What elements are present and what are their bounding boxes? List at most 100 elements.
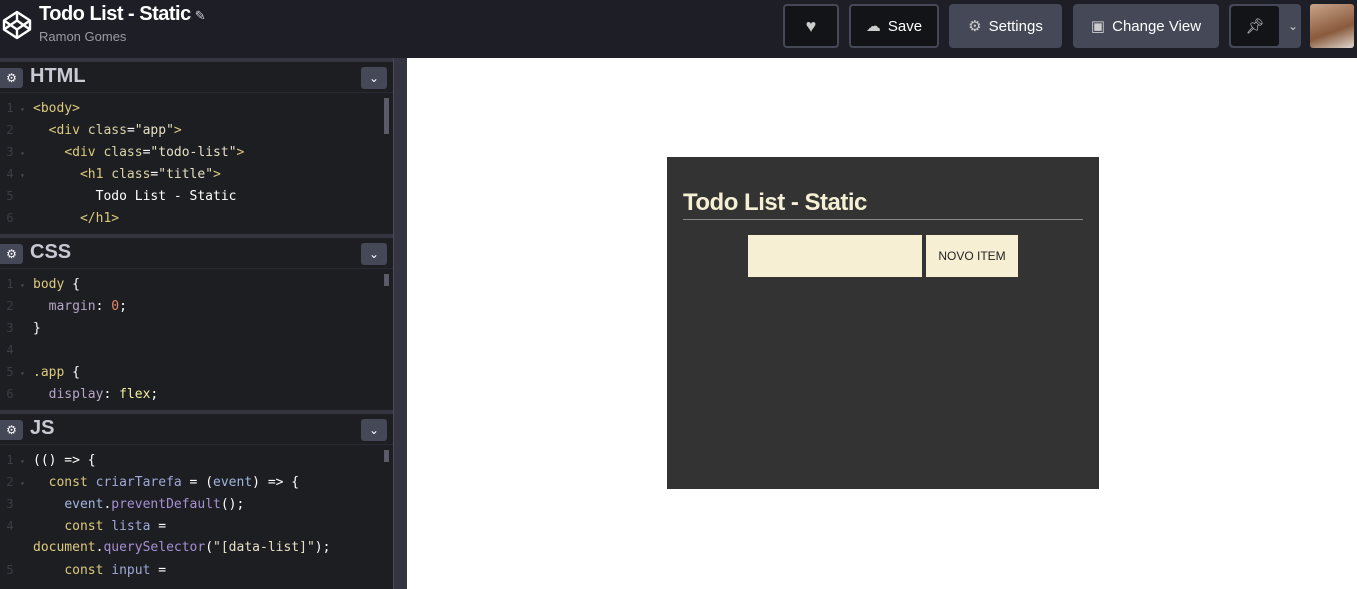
code-token: = ( bbox=[181, 475, 214, 490]
code-token: .app bbox=[33, 365, 73, 380]
heart-icon: ♥ bbox=[805, 15, 817, 36]
code-line[interactable]: 4 const lista = bbox=[0, 515, 393, 537]
code-token: ( bbox=[205, 540, 214, 555]
code-token: const bbox=[64, 563, 112, 578]
code-token: (() => { bbox=[33, 453, 96, 468]
code-token: "app" bbox=[134, 123, 174, 138]
line-number: 5 bbox=[6, 563, 14, 577]
scrollbar[interactable] bbox=[384, 450, 389, 462]
cloud-icon: ☁ bbox=[865, 18, 881, 35]
panel-settings-gear-icon[interactable]: ⚙ bbox=[0, 244, 23, 264]
code-token: "[data-list]" bbox=[213, 540, 315, 555]
code-token: preventDefault bbox=[111, 497, 221, 512]
fold-arrow-icon[interactable]: ▾ bbox=[20, 143, 33, 165]
todo-input[interactable] bbox=[748, 235, 922, 277]
code-line[interactable]: 1 ▾ <body> bbox=[0, 97, 393, 119]
codepen-logo-icon[interactable] bbox=[2, 10, 32, 40]
code-line[interactable]: 4 ▾ <h1 class="title"> bbox=[0, 163, 393, 185]
line-number: 2 bbox=[6, 123, 14, 137]
code-line[interactable]: 5 Todo List - Static bbox=[0, 185, 393, 207]
fold-arrow-icon[interactable]: ▾ bbox=[20, 473, 33, 495]
code-line[interactable]: 4 bbox=[0, 339, 393, 361]
fold-arrow-icon[interactable]: ▾ bbox=[20, 451, 33, 473]
line-number: 4 bbox=[6, 167, 14, 181]
code-line[interactable]: 1 ▾ body { bbox=[0, 273, 393, 295]
code-token: querySelector bbox=[103, 540, 206, 555]
html-code-editor[interactable]: 1 ▾ <body> 2 <div class="app"> 3 ▾ <div class… bbox=[0, 93, 393, 229]
settings-button[interactable]: ⚙ Settings bbox=[949, 4, 1062, 48]
chevron-down-icon[interactable]: ⌄ bbox=[1288, 19, 1298, 33]
code-line[interactable]: 2 margin: 0; bbox=[0, 295, 393, 317]
line-number: 3 bbox=[6, 321, 14, 335]
code-token: lista bbox=[111, 519, 151, 534]
code-token: ); bbox=[314, 540, 331, 555]
line-number: 1 bbox=[6, 101, 14, 115]
code-token: margin bbox=[48, 299, 96, 314]
panel-settings-gear-icon[interactable]: ⚙ bbox=[0, 420, 23, 440]
settings-label: Settings bbox=[988, 17, 1043, 35]
code-line[interactable]: 2 ▾ const criarTarefa = (event) => { bbox=[0, 471, 393, 493]
novo-item-button[interactable]: NOVO ITEM bbox=[926, 235, 1018, 277]
scrollbar[interactable] bbox=[384, 98, 389, 134]
code-token: { bbox=[72, 277, 80, 292]
code-token: criarTarefa bbox=[95, 475, 182, 490]
pen-title[interactable]: Todo List - Static ✎ bbox=[39, 3, 206, 26]
resize-handle[interactable] bbox=[393, 58, 407, 589]
code-line[interactable]: 5 ▾ .app { bbox=[0, 361, 393, 383]
code-token: = bbox=[126, 123, 135, 138]
pencil-icon[interactable]: ✎ bbox=[195, 8, 206, 23]
js-editor-panel: ⚙ JS ⌄ 1 ▾(() => { 2 ▾ const criarTarefa = … bbox=[0, 410, 393, 589]
code-line[interactable]: 6 </h1> bbox=[0, 207, 393, 229]
js-code-editor[interactable]: 1 ▾(() => {2 ▾ const criarTarefa = (event)… bbox=[0, 445, 393, 581]
code-line[interactable]: 1 ▾(() => { bbox=[0, 449, 393, 471]
code-line[interactable]: 5 const input = bbox=[0, 559, 393, 581]
chevron-down-icon[interactable]: ⌄ bbox=[361, 67, 387, 89]
pin-button[interactable]: 📌︎ bbox=[1231, 6, 1279, 46]
code-line[interactable]: document.querySelector("[data-list]"); bbox=[0, 537, 393, 559]
panel-title: JS bbox=[30, 417, 55, 439]
line-number: 4 bbox=[6, 519, 14, 533]
save-button[interactable]: ☁ Save bbox=[849, 4, 939, 48]
author-name[interactable]: Ramon Gomes bbox=[39, 29, 126, 44]
panel-settings-gear-icon[interactable]: ⚙ bbox=[0, 68, 23, 88]
code-token: class bbox=[87, 123, 127, 138]
css-code-editor[interactable]: 1 ▾ body {2 margin: 0; 3} 4 5 ▾ .app {6 display… bbox=[0, 269, 393, 405]
code-token: body bbox=[33, 277, 73, 292]
code-line[interactable]: 3 ▾ <div class="todo-list"> bbox=[0, 141, 393, 163]
chevron-down-icon[interactable]: ⌄ bbox=[361, 419, 387, 441]
top-bar: Todo List - Static ✎ Ramon Gomes ♥ ☁ Save … bbox=[0, 0, 1357, 58]
chevron-down-icon[interactable]: ⌄ bbox=[361, 243, 387, 265]
fold-arrow-icon[interactable]: ▾ bbox=[20, 165, 33, 187]
fold-arrow-icon[interactable]: ▾ bbox=[20, 363, 33, 385]
scrollbar[interactable] bbox=[384, 274, 389, 286]
code-token: > bbox=[236, 145, 245, 160]
line-number: 5 bbox=[6, 189, 14, 203]
code-line[interactable]: 3} bbox=[0, 317, 393, 339]
code-token: <body> bbox=[33, 101, 80, 116]
code-token: } bbox=[33, 321, 41, 336]
love-button[interactable]: ♥ bbox=[783, 4, 839, 48]
user-avatar[interactable] bbox=[1310, 4, 1354, 48]
code-line[interactable]: 3 event.preventDefault(); bbox=[0, 493, 393, 515]
code-line[interactable]: 6 display: flex; bbox=[0, 383, 393, 405]
pen-title-text: Todo List - Static bbox=[39, 3, 191, 25]
code-token: = bbox=[150, 563, 167, 578]
code-token: { bbox=[72, 365, 80, 380]
line-number: 6 bbox=[6, 387, 14, 401]
code-token: <div bbox=[48, 123, 88, 138]
fold-arrow-icon[interactable]: ▾ bbox=[20, 99, 33, 121]
code-token: = bbox=[150, 519, 167, 534]
change-view-button[interactable]: ▣ Change View bbox=[1073, 4, 1219, 48]
line-number: 2 bbox=[6, 475, 14, 489]
code-token: ; bbox=[119, 299, 127, 314]
fold-arrow-icon[interactable]: ▾ bbox=[20, 275, 33, 297]
line-number: 2 bbox=[6, 299, 14, 313]
html-editor-panel: ⚙ HTML ⌄ 1 ▾ <body> 2 <div class="app"> 3 ▾ <… bbox=[0, 58, 393, 236]
todo-title: Todo List - Static bbox=[683, 189, 1083, 220]
code-line[interactable]: 2 <div class="app"> bbox=[0, 119, 393, 141]
code-token: "title" bbox=[158, 167, 214, 182]
